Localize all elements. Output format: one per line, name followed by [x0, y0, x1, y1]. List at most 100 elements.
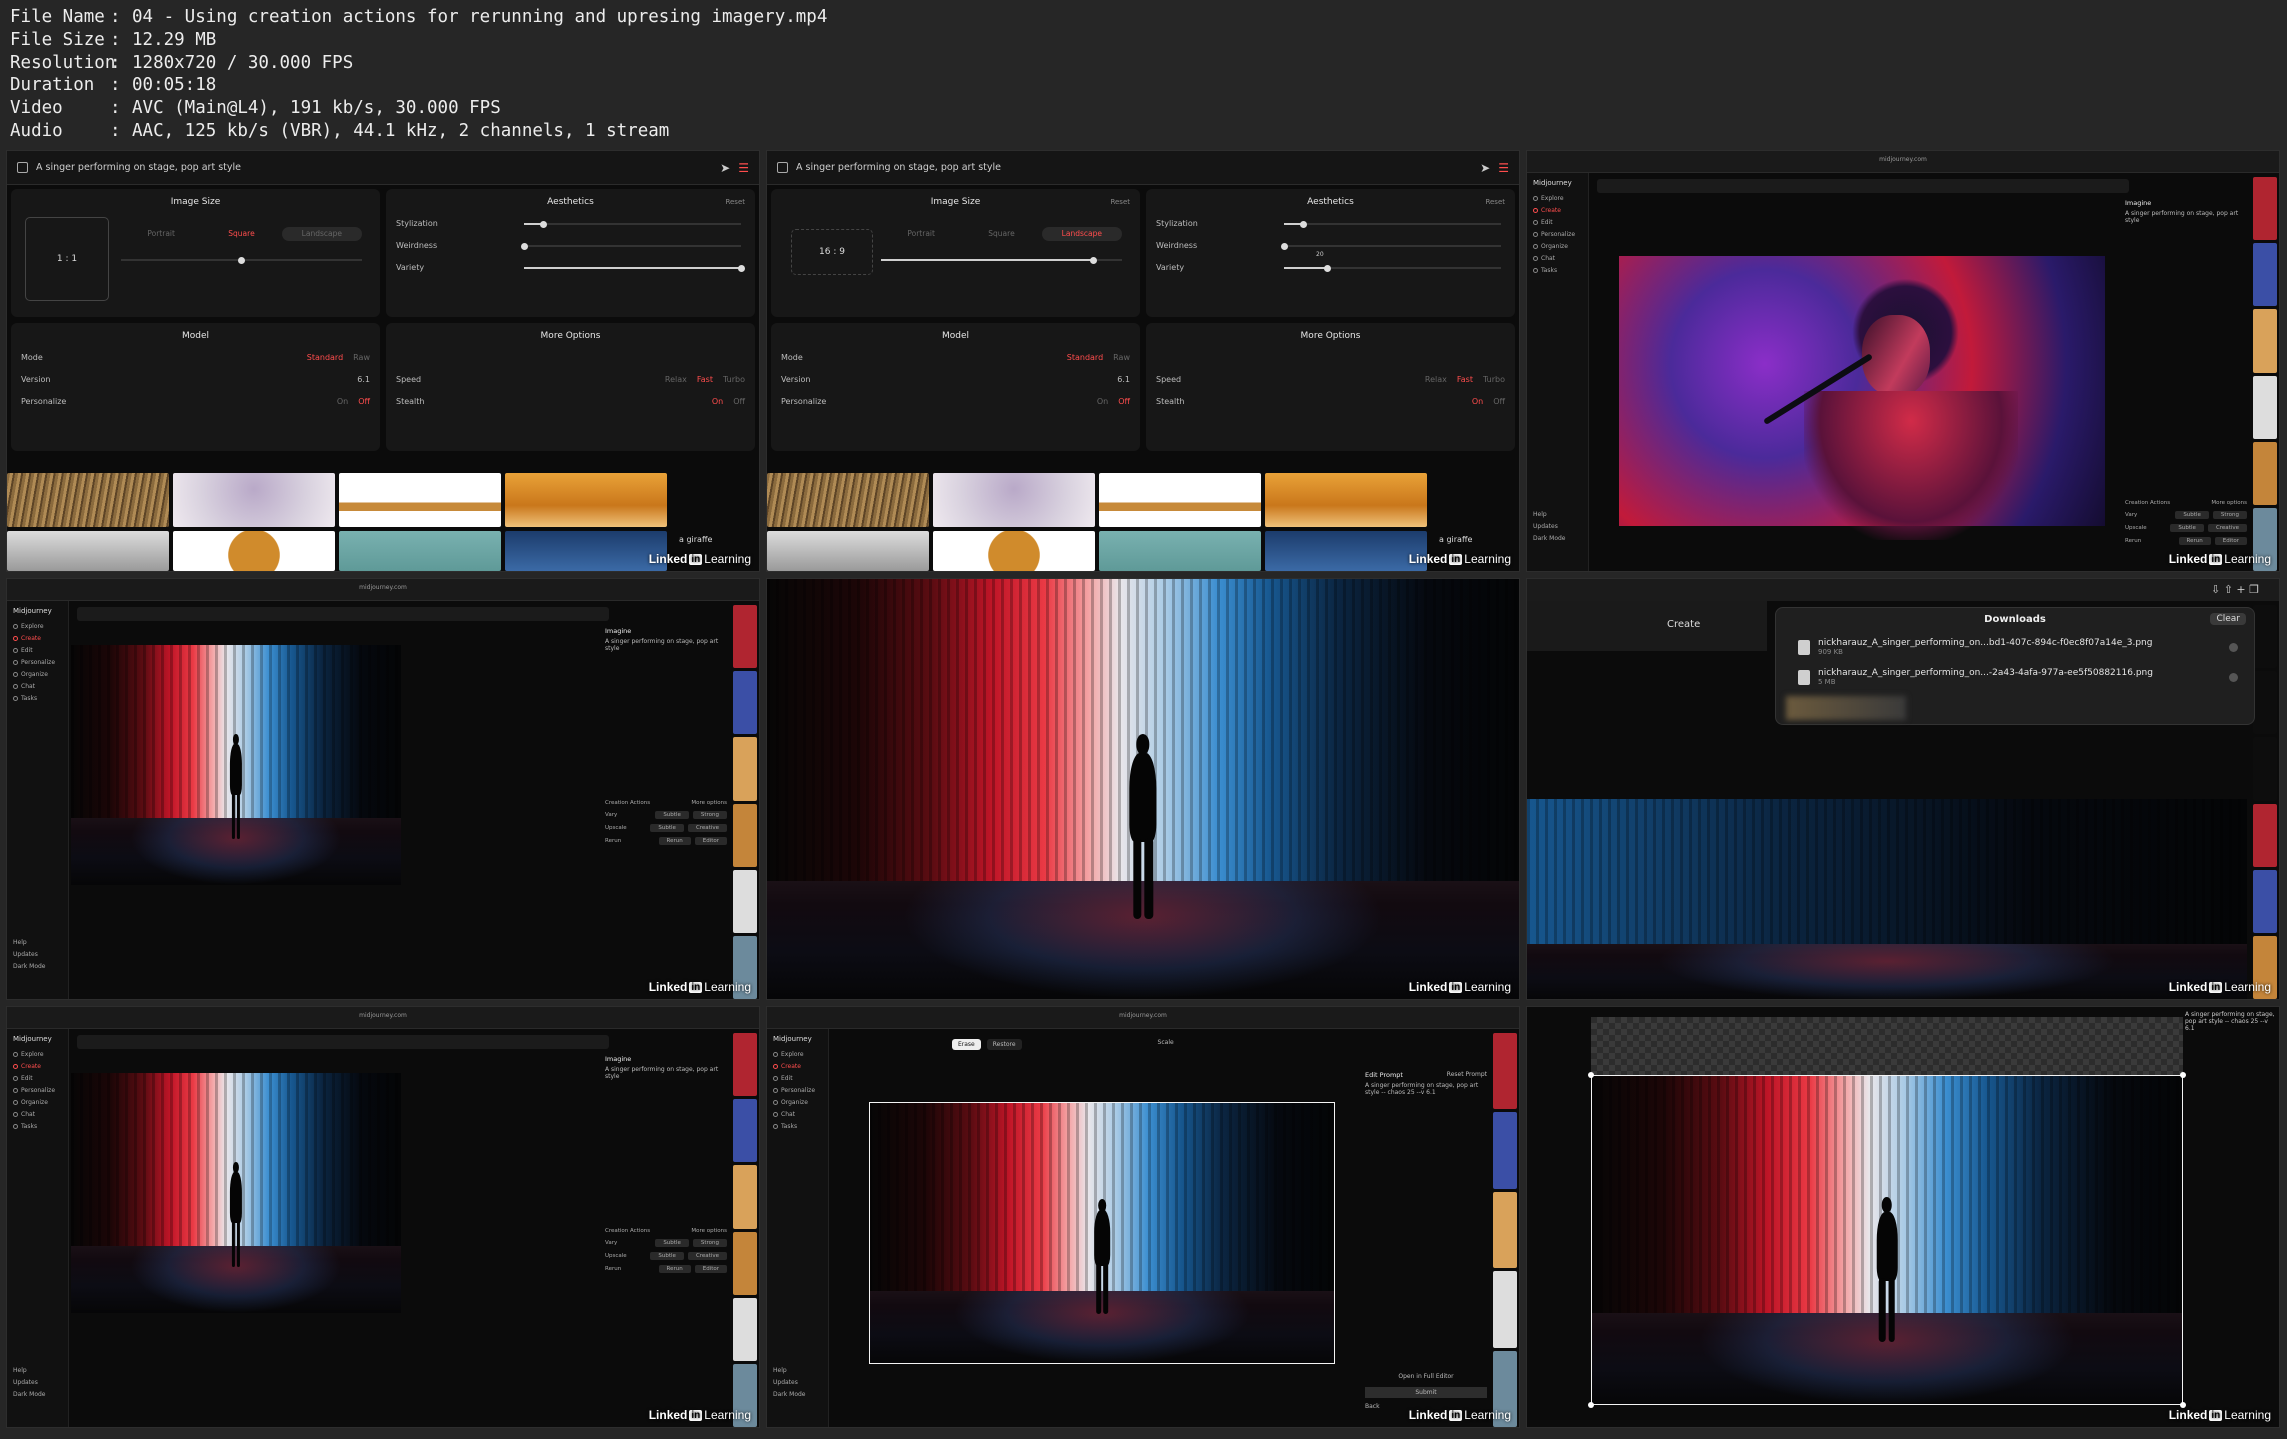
restore-tool[interactable]: Restore: [986, 1039, 1022, 1050]
slider-knob[interactable]: [238, 256, 245, 264]
nav-help[interactable]: Help: [1533, 511, 1566, 518]
prompt-text[interactable]: A singer performing on stage, pop art st…: [796, 162, 1001, 173]
nav-organize[interactable]: Organize: [1533, 243, 1582, 250]
nav-tasks[interactable]: Tasks: [1533, 267, 1582, 274]
stylization-slider[interactable]: [524, 220, 741, 228]
speed-relax[interactable]: Relax: [665, 375, 687, 384]
reset-button[interactable]: Reset: [1110, 198, 1130, 206]
nav-organize[interactable]: Organize: [13, 671, 62, 678]
variety-slider[interactable]: [1284, 264, 1501, 272]
weirdness-slider[interactable]: [1280, 242, 1501, 250]
create-tab[interactable]: Create: [1667, 619, 1700, 630]
thumbnail[interactable]: [733, 803, 757, 867]
nav-tasks[interactable]: Tasks: [13, 1123, 62, 1130]
vary-strong-button[interactable]: Strong: [692, 1239, 727, 1247]
download-item[interactable]: nickharauz_A_singer_performing_on...-2a4…: [1798, 668, 2238, 686]
variety-slider[interactable]: [524, 264, 745, 272]
speed-turbo[interactable]: Turbo: [723, 375, 745, 384]
nav-chat[interactable]: Chat: [773, 1111, 822, 1118]
reset-prompt-button[interactable]: Reset Prompt: [1447, 1071, 1487, 1082]
editor-button[interactable]: Editor: [2214, 537, 2247, 545]
back-button[interactable]: Back: [1365, 1403, 1380, 1410]
nav-updates[interactable]: Updates: [13, 951, 46, 958]
nav-help[interactable]: Help: [773, 1367, 806, 1374]
thumbnail[interactable]: [2253, 869, 2277, 933]
rerun-button[interactable]: Rerun: [2178, 537, 2211, 545]
thumbnail[interactable]: [1265, 531, 1427, 571]
vary-subtle-button[interactable]: Subtle: [655, 1239, 689, 1247]
remove-icon[interactable]: [2229, 642, 2238, 652]
vary-strong-button[interactable]: Strong: [692, 811, 727, 819]
thumbnail[interactable]: [767, 531, 929, 571]
nav-explore[interactable]: Explore: [13, 623, 62, 630]
settings-icon[interactable]: ☰: [738, 161, 749, 175]
mode-standard[interactable]: Standard: [1067, 353, 1103, 362]
resize-handle[interactable]: [1588, 1402, 1594, 1408]
settings-icon[interactable]: ☰: [1498, 161, 1509, 175]
portrait-option[interactable]: Portrait: [121, 227, 201, 241]
nav-explore[interactable]: Explore: [773, 1051, 822, 1058]
nav-edit[interactable]: Edit: [773, 1075, 822, 1082]
slider-knob[interactable]: [1300, 220, 1308, 228]
slider-knob[interactable]: [737, 264, 745, 272]
canvas-selection[interactable]: [1591, 1075, 2183, 1405]
square-option[interactable]: Square: [961, 227, 1041, 241]
thumbnail[interactable]: [1099, 473, 1261, 527]
thumbnail[interactable]: [7, 531, 169, 571]
thumbnail[interactable]: [733, 605, 757, 669]
toolbar-icons[interactable]: ⇩ ⇧ + ❐: [2211, 583, 2259, 596]
nav-organize[interactable]: Organize: [13, 1099, 62, 1106]
nav-updates[interactable]: Updates: [1533, 523, 1566, 530]
mode-standard[interactable]: Standard: [307, 353, 343, 362]
slider-knob[interactable]: [1323, 264, 1331, 272]
resize-handle[interactable]: [2180, 1072, 2186, 1078]
url-bar[interactable]: midjourney.com: [359, 1012, 407, 1019]
speed-fast[interactable]: Fast: [697, 375, 713, 384]
thumbnail[interactable]: [767, 473, 929, 527]
upscale-creative-button[interactable]: Creative: [687, 1252, 727, 1260]
more-options-link[interactable]: More options: [691, 1228, 727, 1234]
more-options-link[interactable]: More options: [2211, 500, 2247, 506]
clear-button[interactable]: Clear: [2210, 613, 2246, 625]
speed-relax[interactable]: Relax: [1425, 375, 1447, 384]
nav-edit[interactable]: Edit: [13, 647, 62, 654]
thumbnail[interactable]: [733, 1165, 757, 1229]
editor-button[interactable]: Editor: [694, 1265, 727, 1273]
size-slider[interactable]: [881, 256, 1122, 264]
thumbnail[interactable]: [2253, 375, 2277, 439]
version-select[interactable]: 6.1: [357, 375, 370, 384]
nav-organize[interactable]: Organize: [773, 1099, 822, 1106]
personalize-off[interactable]: Off: [1118, 397, 1130, 406]
thumbnail[interactable]: [7, 473, 169, 527]
size-slider[interactable]: [121, 256, 362, 264]
portrait-option[interactable]: Portrait: [881, 227, 961, 241]
thumbnail[interactable]: [2253, 441, 2277, 505]
stealth-on[interactable]: On: [712, 397, 723, 406]
nav-dark-mode[interactable]: Dark Mode: [773, 1391, 806, 1398]
stealth-on[interactable]: On: [1472, 397, 1483, 406]
imagine-bar[interactable]: [77, 1035, 609, 1049]
nav-help[interactable]: Help: [13, 939, 46, 946]
nav-chat[interactable]: Chat: [13, 1111, 62, 1118]
thumbnail[interactable]: [339, 473, 501, 527]
weirdness-slider[interactable]: [520, 242, 741, 250]
upscale-creative-button[interactable]: Creative: [2207, 524, 2247, 532]
nav-tasks[interactable]: Tasks: [13, 695, 62, 702]
nav-updates[interactable]: Updates: [13, 1379, 46, 1386]
prompt-bar[interactable]: A singer performing on stage, pop art st…: [767, 151, 1519, 185]
thumbnail[interactable]: [2253, 177, 2277, 241]
thumbnail[interactable]: [1265, 473, 1427, 527]
thumbnail[interactable]: [933, 473, 1095, 527]
nav-create[interactable]: Create: [13, 1063, 62, 1070]
nav-help[interactable]: Help: [13, 1367, 46, 1374]
landscape-option[interactable]: Landscape: [281, 227, 362, 241]
prompt-bar[interactable]: A singer performing on stage, pop art st…: [7, 151, 759, 185]
thumbnail[interactable]: [733, 1099, 757, 1163]
stealth-off[interactable]: Off: [733, 397, 745, 406]
square-option[interactable]: Square: [201, 227, 281, 241]
thumbnail[interactable]: [933, 531, 1095, 571]
thumbnail[interactable]: [505, 531, 667, 571]
nav-dark-mode[interactable]: Dark Mode: [13, 1391, 46, 1398]
thumbnail[interactable]: [733, 1033, 757, 1097]
nav-personalize[interactable]: Personalize: [1533, 231, 1582, 238]
